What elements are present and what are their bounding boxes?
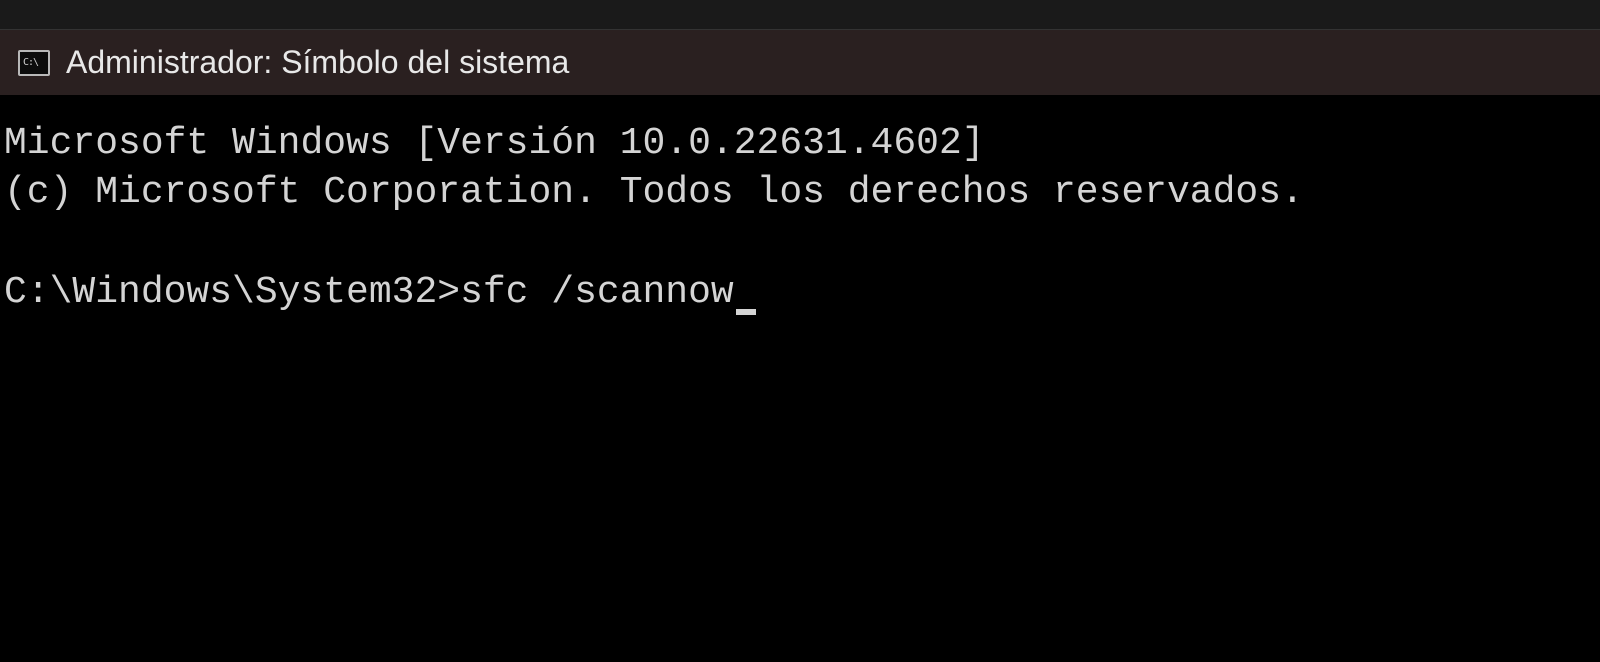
terminal-tab[interactable]: Administrador: Símbolo del sistema <box>0 30 593 95</box>
tab-title: Administrador: Símbolo del sistema <box>66 44 569 81</box>
banner-copyright-line: (c) Microsoft Corporation. Todos los der… <box>4 168 1600 217</box>
prompt-path: C:\Windows\System32> <box>4 268 460 317</box>
cursor-icon <box>736 309 756 315</box>
tab-bar: Administrador: Símbolo del sistema <box>0 30 1600 95</box>
terminal-output[interactable]: Microsoft Windows [Versión 10.0.22631.46… <box>0 95 1600 317</box>
window-top-bar <box>0 0 1600 30</box>
prompt-line: C:\Windows\System32>sfc /scannow <box>4 268 1600 317</box>
banner-version-line: Microsoft Windows [Versión 10.0.22631.46… <box>4 119 1600 168</box>
typed-command: sfc /scannow <box>460 268 734 317</box>
cmd-icon <box>18 50 50 76</box>
